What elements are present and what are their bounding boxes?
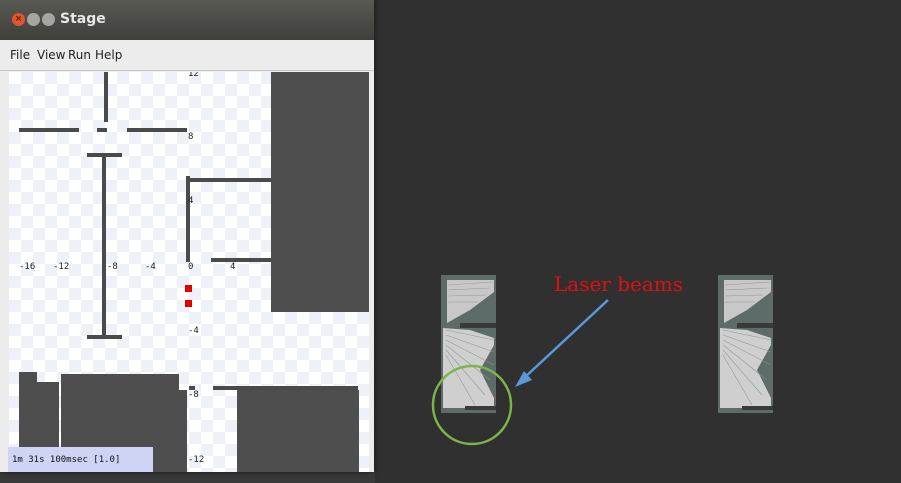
annotation-arrow [523,299,609,379]
laser-scan-view-right [718,275,773,413]
laser-scan-view-left [441,275,496,413]
laser-visualization [431,275,773,446]
annotation-label: Laser beams [554,272,684,296]
